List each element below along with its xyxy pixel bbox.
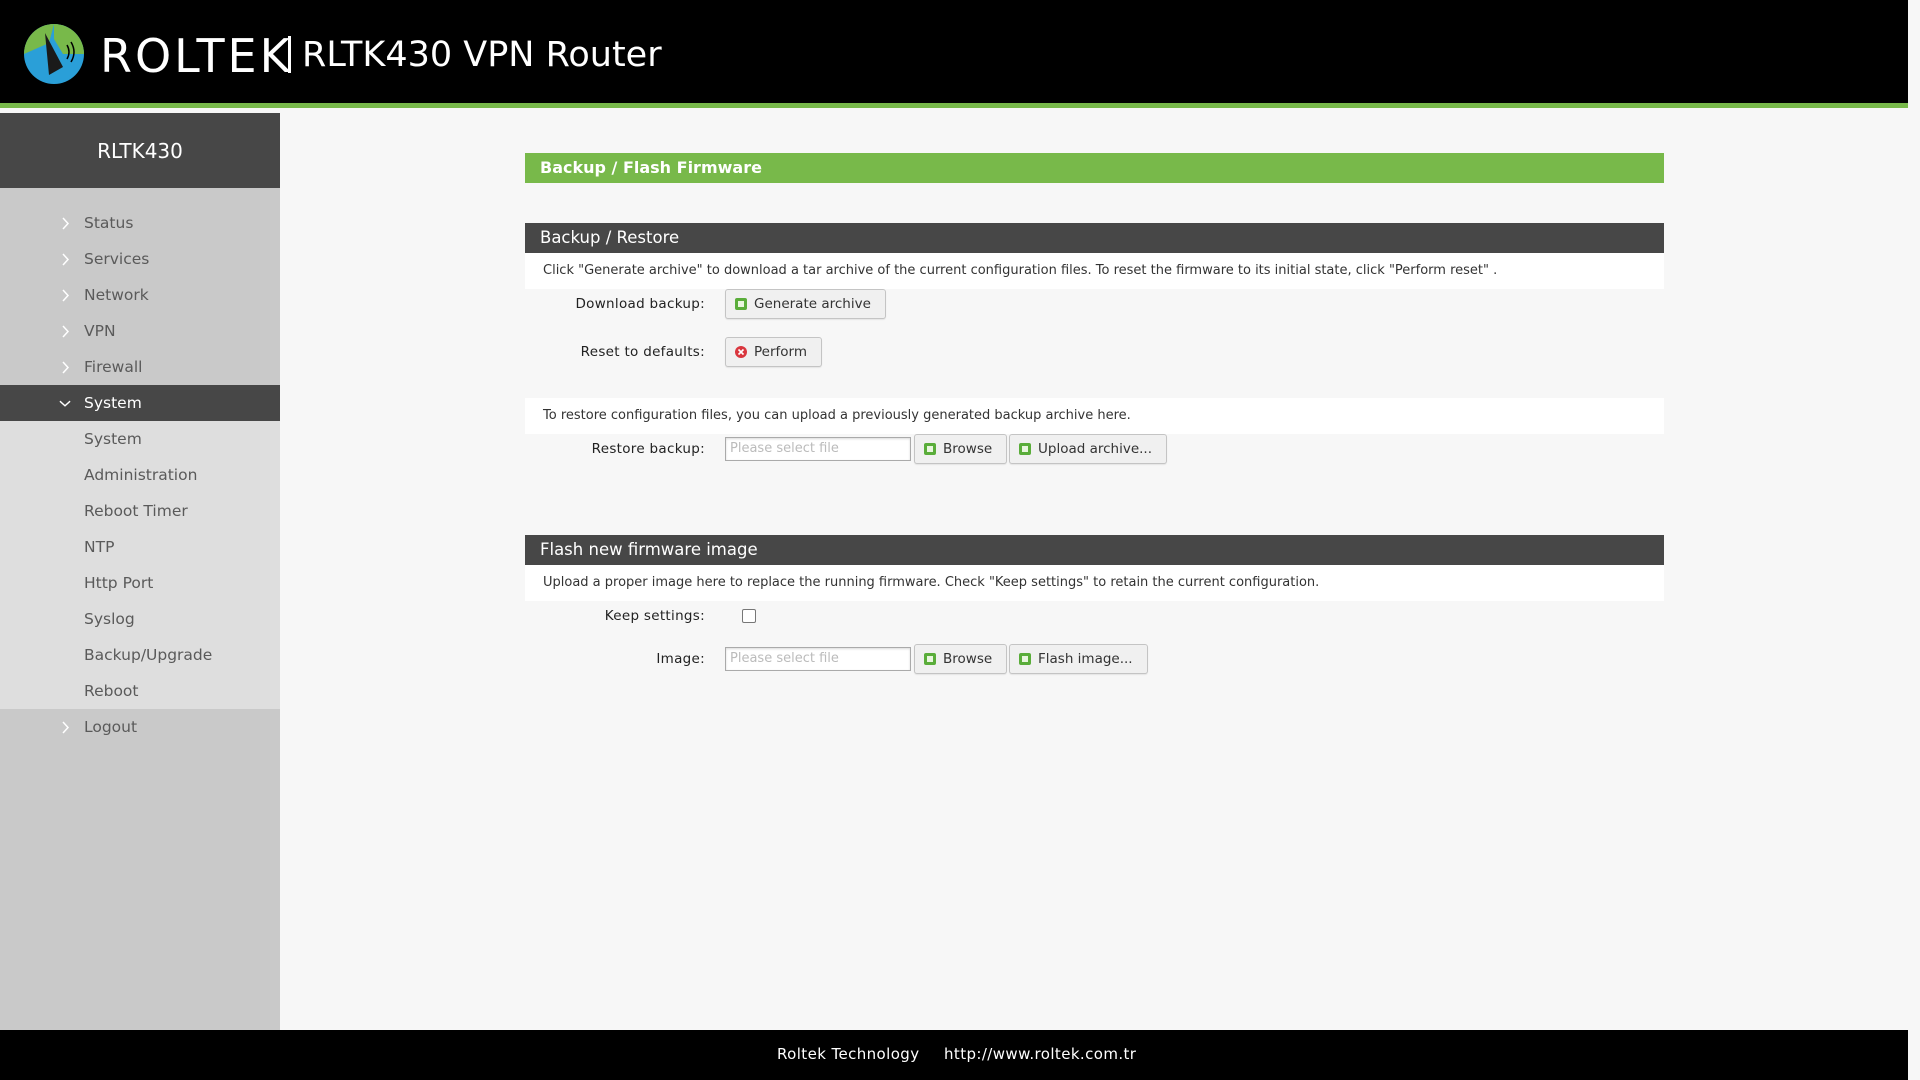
submenu-item-ntp[interactable]: NTP [0, 529, 280, 565]
backup-description: Click "Generate archive" to download a t… [525, 253, 1664, 289]
generate-archive-button[interactable]: Generate archive [725, 289, 886, 319]
restore-file-input[interactable]: Please select file [725, 437, 911, 461]
sidebar-item-label: Logout [84, 718, 138, 736]
sidebar-item-firewall[interactable]: Firewall [0, 349, 280, 385]
flash-icon [1019, 653, 1031, 665]
brand-name: ROLTEK [100, 29, 293, 83]
submenu-item-reboot[interactable]: Reboot [0, 673, 280, 709]
flash-image-label: Flash image... [1038, 651, 1133, 667]
upload-archive-label: Upload archive... [1038, 441, 1153, 457]
chevron-right-icon [59, 313, 71, 349]
chevron-right-icon [59, 277, 71, 313]
brand-divider [288, 36, 291, 73]
sidebar-item-label: System [84, 394, 142, 412]
sidebar-item-logout[interactable]: Logout [0, 709, 280, 745]
sidebar-item-network[interactable]: Network [0, 277, 280, 313]
submenu-item-reboot-timer[interactable]: Reboot Timer [0, 493, 280, 529]
app-header: ROLTEK RLTK430 VPN Router [0, 0, 1908, 108]
sidebar: RLTK430 Status Services Network VPN Fire… [0, 113, 280, 1030]
submenu-item-backup-upgrade[interactable]: Backup/Upgrade [0, 637, 280, 673]
image-file-input[interactable]: Please select file [725, 647, 911, 671]
sidebar-item-system[interactable]: System [0, 385, 280, 421]
sidebar-nav: Status Services Network VPN Firewall Sys… [0, 205, 280, 745]
keep-settings-checkbox[interactable] [742, 609, 756, 623]
submenu-item-http-port[interactable]: Http Port [0, 565, 280, 601]
page-title: Backup / Flash Firmware [525, 153, 1664, 183]
roltek-logo-icon [24, 24, 84, 84]
chevron-down-icon [59, 385, 71, 421]
sidebar-item-label: VPN [84, 322, 116, 340]
submenu-item-system[interactable]: System [0, 421, 280, 457]
chevron-right-icon [59, 205, 71, 241]
reset-defaults-label: Reset to defaults: [580, 344, 705, 360]
chevron-right-icon [59, 349, 71, 385]
chevron-right-icon [59, 241, 71, 277]
restore-description: To restore configuration files, you can … [525, 398, 1664, 434]
image-label: Image: [656, 651, 705, 667]
sidebar-item-label: Network [84, 286, 149, 304]
sidebar-item-label: Status [84, 214, 134, 232]
footer-company: Roltek Technology [777, 1045, 920, 1063]
download-backup-label: Download backup: [575, 296, 705, 312]
upload-icon [1019, 443, 1031, 455]
keep-settings-label: Keep settings: [604, 608, 705, 624]
perform-label: Perform [754, 344, 807, 360]
sidebar-item-label: Services [84, 250, 150, 268]
sidebar-device-name: RLTK430 [0, 113, 280, 188]
sidebar-item-services[interactable]: Services [0, 241, 280, 277]
flash-image-button[interactable]: Flash image... [1009, 644, 1148, 674]
system-submenu: System Administration Reboot Timer NTP H… [0, 421, 280, 709]
chevron-right-icon [59, 709, 71, 745]
browse-icon [924, 443, 936, 455]
browse-icon [924, 653, 936, 665]
main-content: Backup / Flash Firmware Backup / Restore… [280, 113, 1908, 1030]
submenu-item-syslog[interactable]: Syslog [0, 601, 280, 637]
flash-description: Upload a proper image here to replace th… [525, 565, 1664, 601]
reset-icon [735, 346, 747, 358]
browse-label: Browse [943, 441, 993, 457]
generate-archive-label: Generate archive [754, 296, 871, 312]
footer-url-link[interactable]: http://www.roltek.com.tr [944, 1045, 1136, 1063]
restore-backup-label: Restore backup: [591, 441, 705, 457]
upload-archive-button[interactable]: Upload archive... [1009, 434, 1168, 464]
perform-reset-button[interactable]: Perform [725, 337, 822, 367]
image-browse-button[interactable]: Browse [914, 644, 1008, 674]
submenu-item-administration[interactable]: Administration [0, 457, 280, 493]
device-title: RLTK430 VPN Router [302, 35, 662, 75]
flash-firmware-heading: Flash new firmware image [525, 535, 1664, 565]
sidebar-item-vpn[interactable]: VPN [0, 313, 280, 349]
backup-restore-heading: Backup / Restore [525, 223, 1664, 253]
restore-browse-button[interactable]: Browse [914, 434, 1008, 464]
app-footer: Roltek Technology http://www.roltek.com.… [0, 1030, 1908, 1080]
browse-label: Browse [943, 651, 993, 667]
sidebar-item-label: Firewall [84, 358, 143, 376]
sidebar-item-status[interactable]: Status [0, 205, 280, 241]
download-icon [735, 298, 747, 310]
